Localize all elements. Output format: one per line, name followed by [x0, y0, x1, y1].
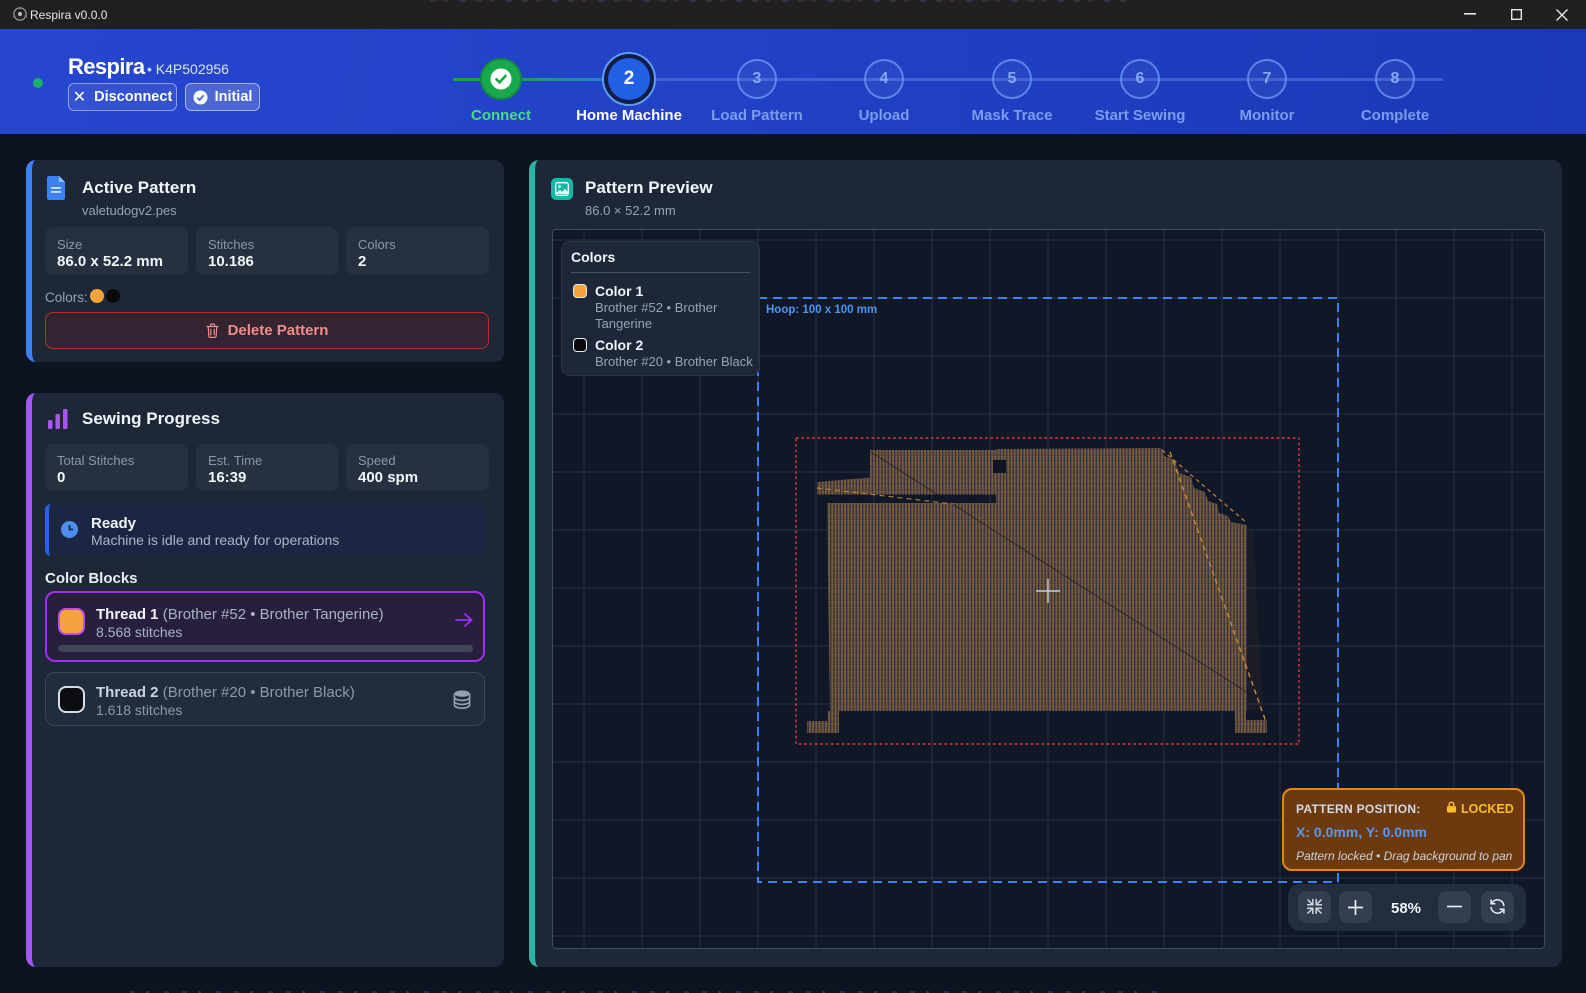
svg-text:Hoop: 100 x 100 mm: Hoop: 100 x 100 mm — [766, 304, 877, 316]
